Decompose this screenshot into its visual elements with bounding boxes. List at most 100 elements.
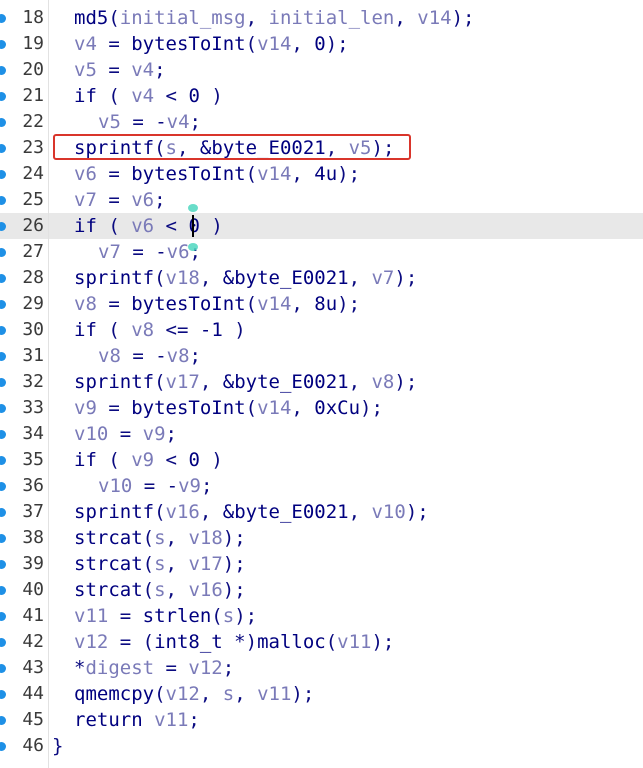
code-line-23[interactable]: 23 sprintf(s, &byte_E0021, v5);: [0, 135, 643, 161]
punctuation-token: =: [96, 163, 132, 185]
line-number: 46: [22, 735, 44, 756]
breakpoint-dot-icon[interactable]: [0, 144, 6, 153]
breakpoint-dot-icon[interactable]: [0, 92, 6, 101]
number-token: 0: [314, 33, 326, 55]
function-token: sprintf: [74, 371, 155, 393]
breakpoint-dot-icon[interactable]: [0, 274, 6, 283]
breakpoint-dot-icon[interactable]: [0, 170, 6, 179]
selection-handle-bottom[interactable]: [188, 243, 198, 251]
code-line-22[interactable]: 22 v5 = -v4;: [0, 109, 643, 135]
code-line-31[interactable]: 31 v8 = -v8;: [0, 343, 643, 369]
punctuation-token: (: [325, 631, 338, 653]
code-line-27[interactable]: 27 v7 = -v6;: [0, 239, 643, 265]
breakpoint-dot-icon[interactable]: [0, 690, 6, 699]
punctuation-token: ;: [165, 423, 177, 445]
function-token: strcat: [74, 553, 143, 575]
line-number: 35: [22, 449, 44, 470]
punctuation-token: =: [96, 397, 132, 419]
line-number: 25: [22, 189, 44, 210]
code-line-46[interactable]: 46}: [0, 733, 643, 759]
code-line-42[interactable]: 42 v12 = (int8_t *)malloc(v11);: [0, 629, 643, 655]
punctuation-token: (: [211, 605, 223, 627]
line-number: 32: [22, 371, 44, 392]
breakpoint-dot-icon[interactable]: [0, 248, 6, 257]
punctuation-token: (: [142, 553, 155, 575]
code-line-36[interactable]: 36 v10 = -v9;: [0, 473, 643, 499]
breakpoint-dot-icon[interactable]: [0, 612, 6, 621]
breakpoint-dot-icon[interactable]: [0, 300, 6, 309]
breakpoint-dot-icon[interactable]: [0, 378, 6, 387]
keyword-token: if: [74, 449, 97, 471]
breakpoint-dot-icon[interactable]: [0, 196, 6, 205]
variable-token: v6: [74, 163, 97, 185]
punctuation-token: ;: [189, 111, 201, 133]
code-line-28[interactable]: 28 sprintf(v18, &byte_E0021, v7);: [0, 265, 643, 291]
number-token: 0xCu: [314, 397, 361, 419]
code-text: v5 = -v4;: [52, 109, 201, 135]
breakpoint-dot-icon[interactable]: [0, 14, 6, 23]
code-line-45[interactable]: 45 return v11;: [0, 707, 643, 733]
code-line-37[interactable]: 37 sprintf(v16, &byte_E0021, v10);: [0, 499, 643, 525]
breakpoint-dot-icon[interactable]: [0, 482, 6, 491]
line-number: 44: [22, 683, 44, 704]
code-text: strcat(s, v16);: [52, 577, 246, 603]
variable-token: v8: [371, 371, 395, 393]
breakpoint-dot-icon[interactable]: [0, 742, 6, 751]
code-line-35[interactable]: 35 if ( v9 < 0 ): [0, 447, 643, 473]
code-line-39[interactable]: 39 strcat(s, v17);: [0, 551, 643, 577]
code-line-29[interactable]: 29 v8 = bytesToInt(v14, 8u);: [0, 291, 643, 317]
breakpoint-dot-icon[interactable]: [0, 352, 6, 361]
punctuation-token: ,: [291, 33, 315, 55]
code-line-43[interactable]: 43 *digest = v12;: [0, 655, 643, 681]
punctuation-token: ,: [291, 293, 315, 315]
code-line-20[interactable]: 20 v5 = v4;: [0, 57, 643, 83]
punctuation-token: ,: [165, 579, 189, 601]
punctuation-token: ,: [176, 137, 200, 159]
breakpoint-dot-icon[interactable]: [0, 508, 6, 517]
punctuation-token: );: [394, 371, 418, 393]
punctuation-token: (: [245, 397, 258, 419]
variable-token: v14: [257, 397, 292, 419]
breakpoint-dot-icon[interactable]: [0, 586, 6, 595]
breakpoint-dot-icon[interactable]: [0, 534, 6, 543]
breakpoint-dot-icon[interactable]: [0, 456, 6, 465]
code-line-34[interactable]: 34 v10 = v9;: [0, 421, 643, 447]
punctuation-token: ;: [154, 189, 166, 211]
punctuation-token: );: [337, 293, 361, 315]
line-number: 20: [22, 59, 44, 80]
code-line-26[interactable]: 26 if ( v6 < 0 ): [0, 213, 643, 239]
breakpoint-dot-icon[interactable]: [0, 430, 6, 439]
breakpoint-dot-icon[interactable]: [0, 560, 6, 569]
punctuation-token: (: [96, 319, 132, 341]
breakpoint-dot-icon[interactable]: [0, 118, 6, 127]
code-line-33[interactable]: 33 v9 = bytesToInt(v14, 0xCu);: [0, 395, 643, 421]
punctuation-token: ,: [325, 137, 349, 159]
breakpoint-dot-icon[interactable]: [0, 326, 6, 335]
code-line-38[interactable]: 38 strcat(s, v18);: [0, 525, 643, 551]
breakpoint-dot-icon[interactable]: [0, 638, 6, 647]
code-line-19[interactable]: 19 v4 = bytesToInt(v14, 0);: [0, 31, 643, 57]
selection-handle-top[interactable]: [188, 204, 198, 212]
code-line-24[interactable]: 24 v6 = bytesToInt(v14, 4u);: [0, 161, 643, 187]
code-line-44[interactable]: 44 qmemcpy(v12, s, v11);: [0, 681, 643, 707]
breakpoint-dot-icon[interactable]: [0, 404, 6, 413]
breakpoint-dot-icon[interactable]: [0, 40, 6, 49]
breakpoint-dot-icon[interactable]: [0, 664, 6, 673]
code-line-41[interactable]: 41 v11 = strlen(s);: [0, 603, 643, 629]
variable-token: v6: [166, 241, 190, 263]
code-line-30[interactable]: 30 if ( v8 <= -1 ): [0, 317, 643, 343]
code-editor[interactable]: 18 md5(initial_msg, initial_len, v14); 19 v…: [0, 5, 643, 759]
punctuation-token: (: [154, 683, 166, 705]
symbol-token: &byte_E0021: [222, 371, 349, 393]
breakpoint-dot-icon[interactable]: [0, 222, 6, 231]
code-text: v10 = v9;: [52, 421, 177, 447]
code-line-32[interactable]: 32 sprintf(v17, &byte_E0021, v8);: [0, 369, 643, 395]
breakpoint-dot-icon[interactable]: [0, 716, 6, 725]
code-line-21[interactable]: 21 if ( v4 < 0 ): [0, 83, 643, 109]
variable-token: v9: [178, 475, 201, 497]
code-line-25[interactable]: 25 v7 = v6;: [0, 187, 643, 213]
code-line-40[interactable]: 40 strcat(s, v16);: [0, 577, 643, 603]
code-line-18[interactable]: 18 md5(initial_msg, initial_len, v14);: [0, 5, 643, 31]
function-token: strlen: [142, 605, 212, 627]
breakpoint-dot-icon[interactable]: [0, 66, 6, 75]
